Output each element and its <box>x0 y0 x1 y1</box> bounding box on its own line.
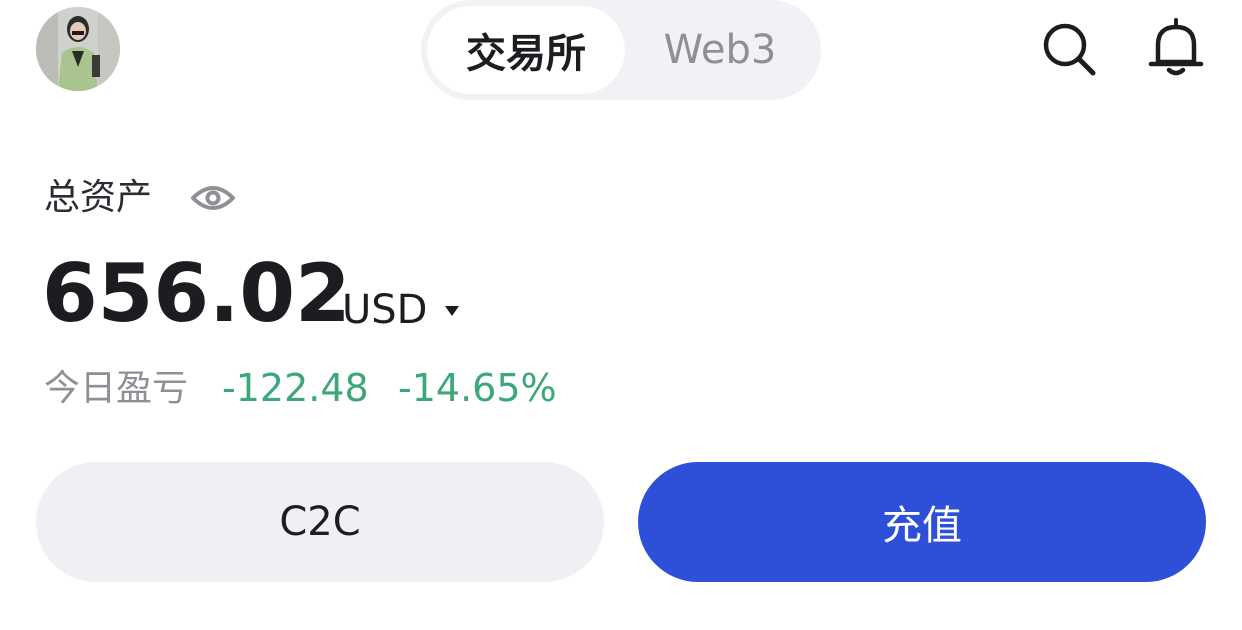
tab-web3[interactable]: Web3 <box>625 6 815 94</box>
notifications-button[interactable] <box>1146 18 1206 78</box>
today-pnl-percent: -14.65% <box>398 366 557 410</box>
search-button[interactable] <box>1038 18 1098 78</box>
bell-icon <box>1148 18 1204 76</box>
total-assets-label: 总资产 <box>44 177 153 218</box>
avatar-image <box>36 7 120 91</box>
avatar[interactable] <box>36 7 120 91</box>
exchange-web3-switch: 交易所 Web3 <box>421 0 821 100</box>
caret-down-icon[interactable] <box>442 303 462 319</box>
today-pnl-value: -122.48 <box>222 366 369 410</box>
currency-selector[interactable]: USD <box>342 286 427 334</box>
deposit-button[interactable]: 充值 <box>638 462 1206 582</box>
wallet-overview: 交易所 Web3 总资产 656.02 USD 今日盈亏 -122.48 -14… <box>0 0 1242 630</box>
search-icon <box>1043 23 1096 76</box>
total-balance: 656.02 <box>42 247 351 340</box>
eye-icon[interactable] <box>190 180 236 216</box>
c2c-button[interactable]: C2C <box>36 462 604 582</box>
today-pnl-label: 今日盈亏 <box>44 368 189 409</box>
tab-exchange[interactable]: 交易所 <box>427 6 625 94</box>
